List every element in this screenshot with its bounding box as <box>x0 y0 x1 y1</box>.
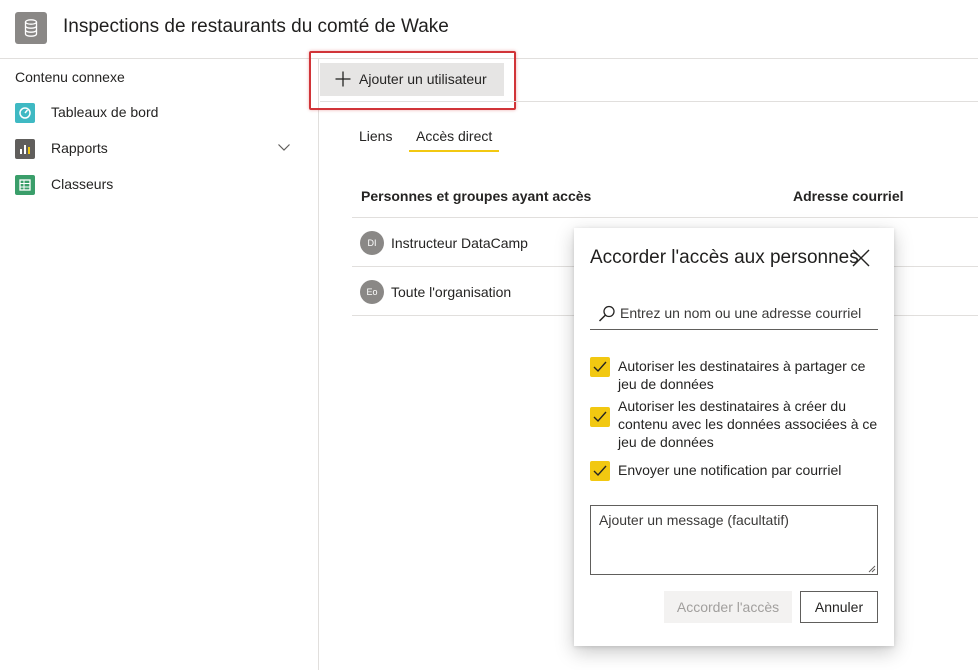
sidebar-item-workbooks[interactable]: Classeurs <box>15 173 305 197</box>
sidebar-item-dashboards[interactable]: Tableaux de bord <box>15 101 305 125</box>
divider <box>320 101 978 102</box>
column-header-people: Personnes et groupes ayant accès <box>361 188 592 204</box>
add-user-button[interactable]: Ajouter un utilisateur <box>320 63 504 96</box>
grant-access-button[interactable]: Accorder l'accès <box>664 591 792 623</box>
checkbox[interactable] <box>590 461 610 481</box>
add-user-label: Ajouter un utilisateur <box>359 71 487 87</box>
person-name: Toute l'organisation <box>391 284 512 300</box>
option-email-notification[interactable]: Envoyer une notification par courriel <box>590 461 880 481</box>
table-row[interactable]: DI Instructeur DataCamp <box>360 231 560 255</box>
report-icon <box>15 139 35 159</box>
plus-icon <box>335 71 351 87</box>
related-content-title: Contenu connexe <box>15 69 125 85</box>
checkbox-label: Envoyer une notification par courriel <box>618 462 842 478</box>
sidebar-item-label: Rapports <box>51 140 108 156</box>
table-row[interactable]: Eo Toute l'organisation <box>360 280 560 304</box>
close-icon[interactable] <box>851 248 871 268</box>
grant-access-dialog: Accorder l'accès aux personnes Autoriser… <box>574 228 894 646</box>
dialog-title: Accorder l'accès aux personnes <box>590 247 859 268</box>
checkbox[interactable] <box>590 357 610 377</box>
database-icon <box>15 12 47 44</box>
app-header: Inspections de restaurants du comté de W… <box>0 0 978 59</box>
message-field[interactable] <box>590 505 878 575</box>
workbook-icon <box>15 175 35 195</box>
tab-direct-access[interactable]: Accès direct <box>409 128 500 152</box>
divider <box>352 217 978 218</box>
option-allow-build[interactable]: Autoriser les destinataires à créer du c… <box>590 397 880 451</box>
person-name: Instructeur DataCamp <box>391 235 528 251</box>
tab-links[interactable]: Liens <box>359 128 392 152</box>
avatar: Eo <box>360 280 384 304</box>
resize-grip-icon[interactable] <box>868 565 876 573</box>
sidebar-item-label: Classeurs <box>51 176 114 192</box>
column-header-email: Adresse courriel <box>793 188 904 204</box>
page-title: Inspections de restaurants du comté de W… <box>63 16 449 37</box>
option-allow-share[interactable]: Autoriser les destinataires à partager c… <box>590 357 880 393</box>
checkbox[interactable] <box>590 407 610 427</box>
checkbox-label: Autoriser les destinataires à créer du c… <box>618 398 878 450</box>
people-search <box>590 298 878 330</box>
related-content-panel: Contenu connexe Tableaux de bord Rapport… <box>0 59 319 670</box>
search-icon <box>598 305 615 322</box>
sidebar-item-reports[interactable]: Rapports <box>15 137 305 161</box>
sidebar-item-label: Tableaux de bord <box>51 104 159 120</box>
cancel-button[interactable]: Annuler <box>800 591 878 623</box>
checkbox-label: Autoriser les destinataires à partager c… <box>618 358 866 392</box>
chevron-down-icon[interactable] <box>277 140 291 159</box>
avatar: DI <box>360 231 384 255</box>
search-input[interactable] <box>620 302 870 324</box>
dashboard-icon <box>15 103 35 123</box>
